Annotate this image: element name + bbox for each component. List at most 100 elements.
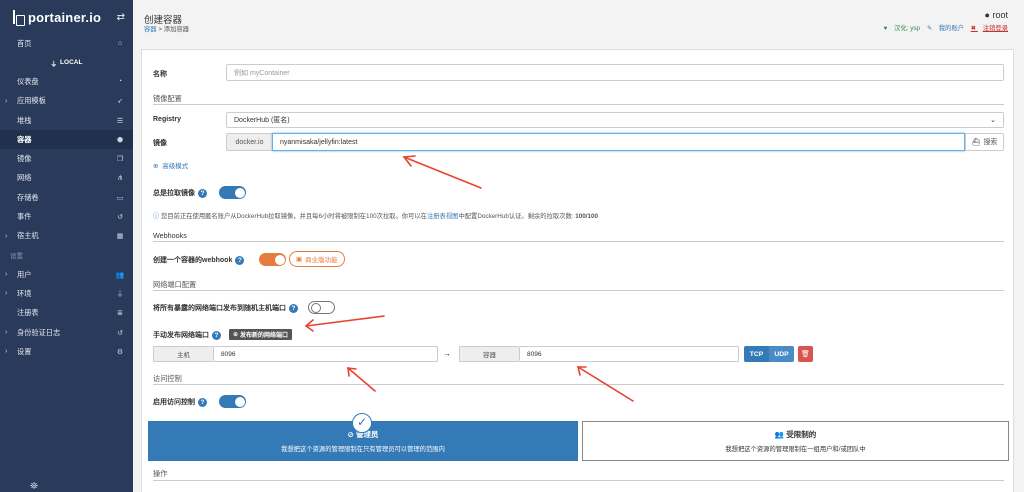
help-icon[interactable]: ?	[235, 255, 245, 265]
manual-publish-label: 手动发布网络端口?	[153, 330, 221, 340]
plug-icon: ⏚	[50, 60, 58, 68]
host-port-input[interactable]: 8096	[213, 346, 438, 362]
logout-link[interactable]: ✖ 注销登录	[971, 25, 1008, 32]
business-feature-badge[interactable]: ▣ 商业版功能	[289, 251, 345, 267]
th-icon: ▦	[116, 233, 124, 241]
sidebar-item-label: 首页	[17, 38, 32, 48]
help-icon[interactable]: ?	[198, 188, 207, 198]
history-icon: ↺	[117, 329, 123, 337]
swap-icon[interactable]: ⇄	[117, 12, 125, 23]
divider	[153, 480, 1004, 481]
eye-slash-icon: ⊘	[347, 430, 354, 439]
sidebar-item-label: 身份验证日志	[17, 327, 61, 337]
user-area: ● root ♥ 汉化: ysp ✎ 我的账户 ✖ 注销登录	[879, 10, 1008, 32]
arrow-right-icon: →	[443, 349, 451, 358]
ports-section-title: 网络端口配置	[153, 280, 197, 289]
access-section-title: 访问控制	[153, 374, 182, 383]
help-icon[interactable]: ?	[198, 397, 207, 407]
always-pull-toggle[interactable]	[219, 186, 246, 199]
sidebar-item-label: 事件	[17, 212, 32, 222]
trash-icon[interactable]: 🗑	[798, 346, 813, 362]
history-icon: ↺	[117, 214, 123, 222]
registry-prefix: docker.io	[226, 133, 272, 151]
chevron-right-icon: ›	[5, 290, 8, 298]
divider	[153, 384, 1004, 385]
endpoint-name: ⏚ LOCAL	[50, 59, 83, 68]
tcp-button[interactable]: TCP	[744, 346, 769, 362]
search-button[interactable]: ⛴ 搜索	[965, 133, 1004, 151]
sidebar-item-label: 容器	[17, 134, 32, 144]
breadcrumb-current: 添加容器	[163, 26, 189, 33]
chevron-right-icon: ›	[5, 271, 8, 279]
sidebar-item-label: 网络	[17, 173, 32, 183]
clone-icon: ❐	[116, 156, 124, 164]
docker-icon: ⛴	[971, 139, 981, 146]
portainer-footer-icon: ⛯	[30, 481, 38, 492]
access-control-toggle[interactable]	[219, 395, 246, 408]
sidebar-item-label: 仪表盘	[17, 76, 39, 86]
webhook-label: 创建一个容器的webhook?	[153, 255, 245, 265]
advanced-mode-link[interactable]: ⊕ 高级模式	[153, 160, 188, 170]
breadcrumb-containers-link[interactable]: 容器	[144, 26, 157, 33]
sidebar-item[interactable]: 注册表 ≣	[0, 304, 133, 323]
sidebar-item-label: 镜像	[17, 154, 32, 164]
container-port-input[interactable]: 8096	[519, 346, 739, 362]
sidebar-item[interactable]: 存储卷 ▭	[0, 188, 133, 207]
chevron-right-icon: ›	[5, 348, 8, 356]
sidebar-item-label: 用户	[17, 269, 32, 279]
publish-new-port-button[interactable]: ⊕ 发布新的网络端口	[229, 329, 293, 340]
udp-button[interactable]: UDP	[769, 346, 794, 362]
hdd-icon: ▭	[116, 194, 124, 202]
sidebar-item[interactable]: › 应用模板 ➶	[0, 92, 133, 111]
registry-label: Registry	[153, 116, 182, 123]
create-container-form: 名称 例如 myContainer 镜像配置 Registry DockerHu…	[141, 49, 1014, 492]
sidebar-item[interactable]: 网络 ⋔	[0, 169, 133, 188]
sidebar-item-label: 存储卷	[17, 192, 39, 202]
sidebar-item[interactable]: 镜像 ❐	[0, 149, 133, 168]
database-icon: ≣	[117, 310, 123, 318]
sidebar-item-label: 环境	[17, 288, 32, 298]
sidebar-item[interactable]: 仪表盘 ◔	[0, 72, 133, 91]
sidebar-item[interactable]: › 设置 ⚙	[0, 342, 133, 361]
divider	[153, 104, 1004, 105]
access-control-label: 启用访问控制?	[153, 397, 207, 407]
container-label: 容器	[459, 346, 519, 362]
sidebar-item[interactable]: › 宿主机 ▦	[0, 227, 133, 246]
home-icon: ⌂	[117, 40, 123, 48]
sidebar-item[interactable]: › 用户 👥	[0, 265, 133, 284]
divider	[153, 290, 1004, 291]
registry-select[interactable]: DockerHub (匿名) ⌄	[226, 112, 1004, 128]
actions-section-title: 操作	[153, 469, 168, 478]
name-input[interactable]: 例如 myContainer	[226, 64, 1004, 81]
webhook-toggle[interactable]	[259, 253, 286, 266]
restricted-option[interactable]: 👥 受限制的 我想把这个资源的管理限制在一组用户和/或团队中	[582, 421, 1009, 461]
users-icon: 👥	[115, 271, 125, 279]
host-label: 主机	[153, 346, 213, 362]
webhooks-section-title: Webhooks	[153, 231, 187, 240]
registry-view-link[interactable]: 注册表视图	[427, 213, 458, 220]
th-list-icon: ☰	[116, 117, 124, 125]
brand-name: portainer.io	[28, 9, 102, 25]
sidebar-item[interactable]: 堆栈 ☰	[0, 111, 133, 130]
cubes-icon: ⬢	[116, 136, 124, 144]
help-icon[interactable]: ?	[212, 330, 221, 340]
sitemap-icon: ⋔	[117, 175, 123, 183]
sidebar-item[interactable]: 事件 ↺	[0, 207, 133, 226]
sidebar-item[interactable]: › 身份验证日志 ↺	[0, 323, 133, 342]
sidebar-item[interactable]: 容器 ⬢	[0, 130, 133, 150]
tachometer-icon: ◔	[117, 78, 123, 86]
publish-all-toggle[interactable]	[308, 301, 335, 314]
breadcrumb: 容器 > 添加容器	[144, 26, 189, 33]
name-label: 名称	[153, 71, 167, 78]
sidebar-item[interactable]: › 环境 ⏚	[0, 284, 133, 303]
brand-logo[interactable]: portainer.io ⇄	[0, 0, 133, 34]
my-account-link[interactable]: ✎ 我的账户	[927, 25, 964, 32]
help-icon[interactable]: ?	[289, 303, 298, 313]
chevron-right-icon: ›	[5, 232, 8, 240]
image-label: 镜像	[153, 140, 167, 147]
image-input[interactable]: nyanmisaka/jellyfin:latest	[272, 133, 965, 151]
sidebar-item-home[interactable]: 首页 ⌂	[0, 34, 133, 53]
plus-circle-icon: ⊕	[233, 332, 239, 338]
cogs-icon: ⚙	[116, 348, 124, 356]
info-circle-icon: ⓘ	[153, 213, 160, 220]
